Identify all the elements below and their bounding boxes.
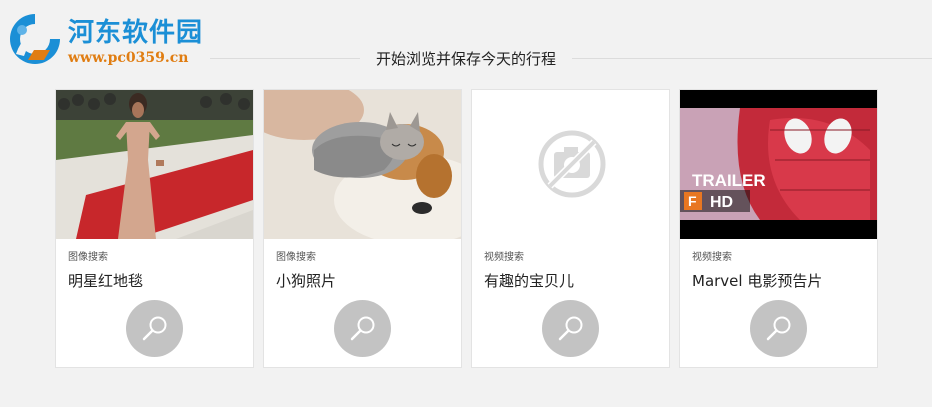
search-icon xyxy=(142,316,167,341)
card-red-carpet[interactable]: 图像搜索 明星红地毯 xyxy=(55,89,254,368)
card-puppy[interactable]: 图像搜索 小狗照片 xyxy=(263,89,462,368)
search-button[interactable] xyxy=(542,300,599,357)
card-funny-baby[interactable]: 视频搜索 有趣的宝贝儿 xyxy=(471,89,670,368)
card-category: 图像搜索 xyxy=(276,252,316,263)
trailer-label: TRAILER xyxy=(692,171,766,190)
card-marvel-trailer[interactable]: TRAILER F HD 视频搜索 Marvel 电影预告片 xyxy=(679,89,878,368)
hd-label: HD xyxy=(710,194,733,211)
card-title[interactable]: Marvel 电影预告片 xyxy=(692,270,822,291)
search-button[interactable] xyxy=(334,300,391,357)
card-category: 图像搜索 xyxy=(68,252,108,263)
search-icon xyxy=(350,316,375,341)
badge-label: F xyxy=(688,193,697,209)
card-title[interactable]: 明星红地毯 xyxy=(68,270,143,291)
card-category: 视频搜索 xyxy=(692,252,732,263)
puppy-thumbnail[interactable] xyxy=(264,90,461,239)
trailer-thumbnail[interactable]: TRAILER F HD xyxy=(680,90,877,239)
search-icon xyxy=(558,316,583,341)
page-heading: 开始浏览并保存今天的行程 xyxy=(0,48,932,69)
red-carpet-thumbnail[interactable] xyxy=(56,90,253,239)
card-title[interactable]: 小狗照片 xyxy=(276,270,336,291)
search-button[interactable] xyxy=(126,300,183,357)
watermark-site-name: 河东软件园 xyxy=(68,18,204,48)
card-category: 视频搜索 xyxy=(484,252,524,263)
search-icon xyxy=(766,316,791,341)
no-image-thumbnail[interactable] xyxy=(472,90,669,239)
card-title[interactable]: 有趣的宝贝儿 xyxy=(484,270,574,291)
search-button[interactable] xyxy=(750,300,807,357)
